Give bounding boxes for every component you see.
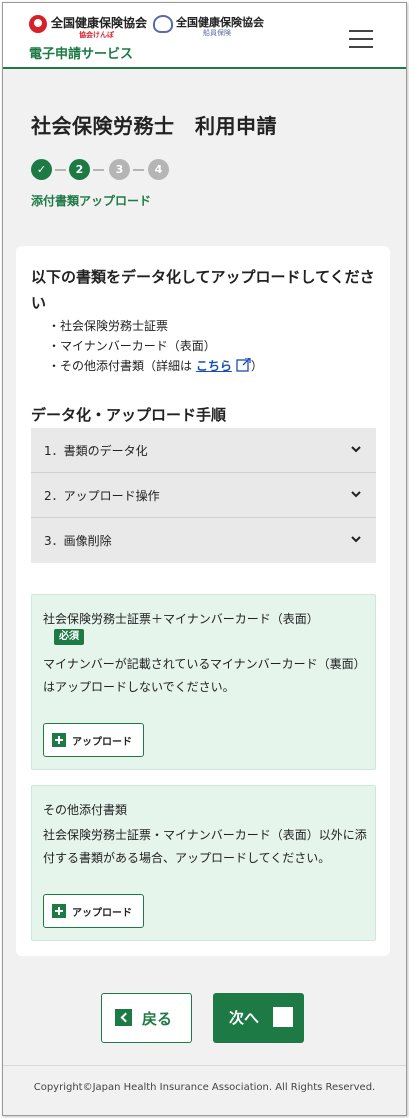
chevron-down-icon <box>351 491 361 498</box>
other-doc-prefix: その他添付書類（詳細は <box>60 359 196 373</box>
procedure-heading: データ化・アップロード手順 <box>31 406 227 424</box>
step-4: 4 <box>148 159 169 180</box>
instruction-heading: 以下の書類をデータ化してアップロードしてください <box>31 268 375 312</box>
upload-card: 以下の書類をデータ化してアップロードしてください 社会保険労務士証票 マイナンバ… <box>16 246 390 956</box>
next-button[interactable]: 次へ <box>213 993 304 1043</box>
step-connector <box>133 169 144 171</box>
service-name: 電子申請サービス <box>29 47 134 62</box>
site-header: 全国健康保険協会 協会けんぽ 全国健康保険協会 船員保険 電子申請サービス <box>3 3 406 69</box>
menu-bar <box>349 46 373 48</box>
other-doc-suffix: ） <box>250 359 263 373</box>
next-square-icon <box>273 1007 293 1027</box>
chevron-left-icon <box>115 1009 132 1026</box>
page-title: 社会保険労務士 利用申請 <box>31 114 277 138</box>
logo-primary-sub: 協会けんぽ <box>79 31 114 39</box>
upload-button-label: アップロード <box>72 737 132 748</box>
copyright: Copyright©Japan Health Insurance Associa… <box>33 1082 376 1093</box>
hamburger-menu-icon[interactable] <box>349 30 373 48</box>
logo-primary-name: 全国健康保険協会 <box>51 16 148 30</box>
upload-button[interactable]: アップロード <box>43 723 144 757</box>
step-indicator: ✓ 2 3 4 <box>31 159 191 181</box>
plus-icon <box>52 733 66 747</box>
details-link[interactable]: こちら <box>196 359 232 373</box>
upload-button-label: アップロード <box>72 908 132 919</box>
upload-section-note: 社会保険労務士証票・マイナンバーカード（表面）以外に添付する書類がある場合、アッ… <box>43 828 367 865</box>
procedure-accordion: 1．書類のデータ化 2．アップロード操作 3．画像削除 <box>31 428 376 563</box>
step-connector <box>55 169 66 171</box>
step-connector <box>93 169 104 171</box>
step-2-current: 2 <box>69 159 90 180</box>
next-button-label: 次へ <box>229 1009 260 1027</box>
kyokai-logo-mark-icon <box>29 15 47 33</box>
upload-section-title: 社会保険労務士証票＋マイナンバーカード（表面） <box>43 612 319 626</box>
accordion-item-upload-operation[interactable]: 2．アップロード操作 <box>31 473 376 518</box>
chevron-down-icon <box>351 536 361 543</box>
accordion-label: 1．書類のデータ化 <box>44 444 148 458</box>
required-badge: 必須 <box>54 629 84 645</box>
site-footer: Copyright©Japan Health Insurance Associa… <box>3 1065 406 1115</box>
list-item: その他添付書類（詳細は こちら ） <box>48 356 368 376</box>
upload-button[interactable]: アップロード <box>43 894 144 928</box>
chevron-down-icon <box>351 446 361 453</box>
upload-section-required: 社会保険労務士証票＋マイナンバーカード（表面） 必須 マイナンバーが記載されてい… <box>31 594 376 770</box>
step-3: 3 <box>109 159 130 180</box>
upload-section-note: マイナンバーが記載されているマイナンバーカード（裏面）はアップロードしないでくだ… <box>43 657 366 694</box>
menu-bar <box>349 38 373 40</box>
app-frame: 全国健康保険協会 協会けんぽ 全国健康保険協会 船員保険 電子申請サービス 社会… <box>2 2 407 1116</box>
menu-bar <box>349 30 373 32</box>
plus-icon <box>52 904 66 918</box>
external-link-icon[interactable] <box>236 358 251 372</box>
upload-section-title: その他添付書類 <box>43 803 128 817</box>
senin-logo-mark-icon <box>153 15 173 33</box>
back-button[interactable]: 戻る <box>101 993 192 1043</box>
list-item: マイナンバーカード（表面） <box>48 336 368 356</box>
accordion-item-digitize[interactable]: 1．書類のデータ化 <box>31 428 376 473</box>
accordion-label: 3．画像削除 <box>44 534 112 548</box>
step-1-done: ✓ <box>31 159 52 180</box>
current-step-label: 添付書類アップロード <box>31 194 152 208</box>
required-documents-list: 社会保険労務士証票 マイナンバーカード（表面） その他添付書類（詳細は こちら ） <box>48 316 368 376</box>
list-item: 社会保険労務士証票 <box>48 316 368 336</box>
upload-section-other: その他添付書類 社会保険労務士証票・マイナンバーカード（表面）以外に添付する書類… <box>31 785 376 941</box>
accordion-label: 2．アップロード操作 <box>44 489 160 503</box>
accordion-item-image-delete[interactable]: 3．画像削除 <box>31 518 376 563</box>
logo-secondary-sub: 船員保険 <box>203 29 231 37</box>
back-button-label: 戻る <box>142 1010 173 1028</box>
